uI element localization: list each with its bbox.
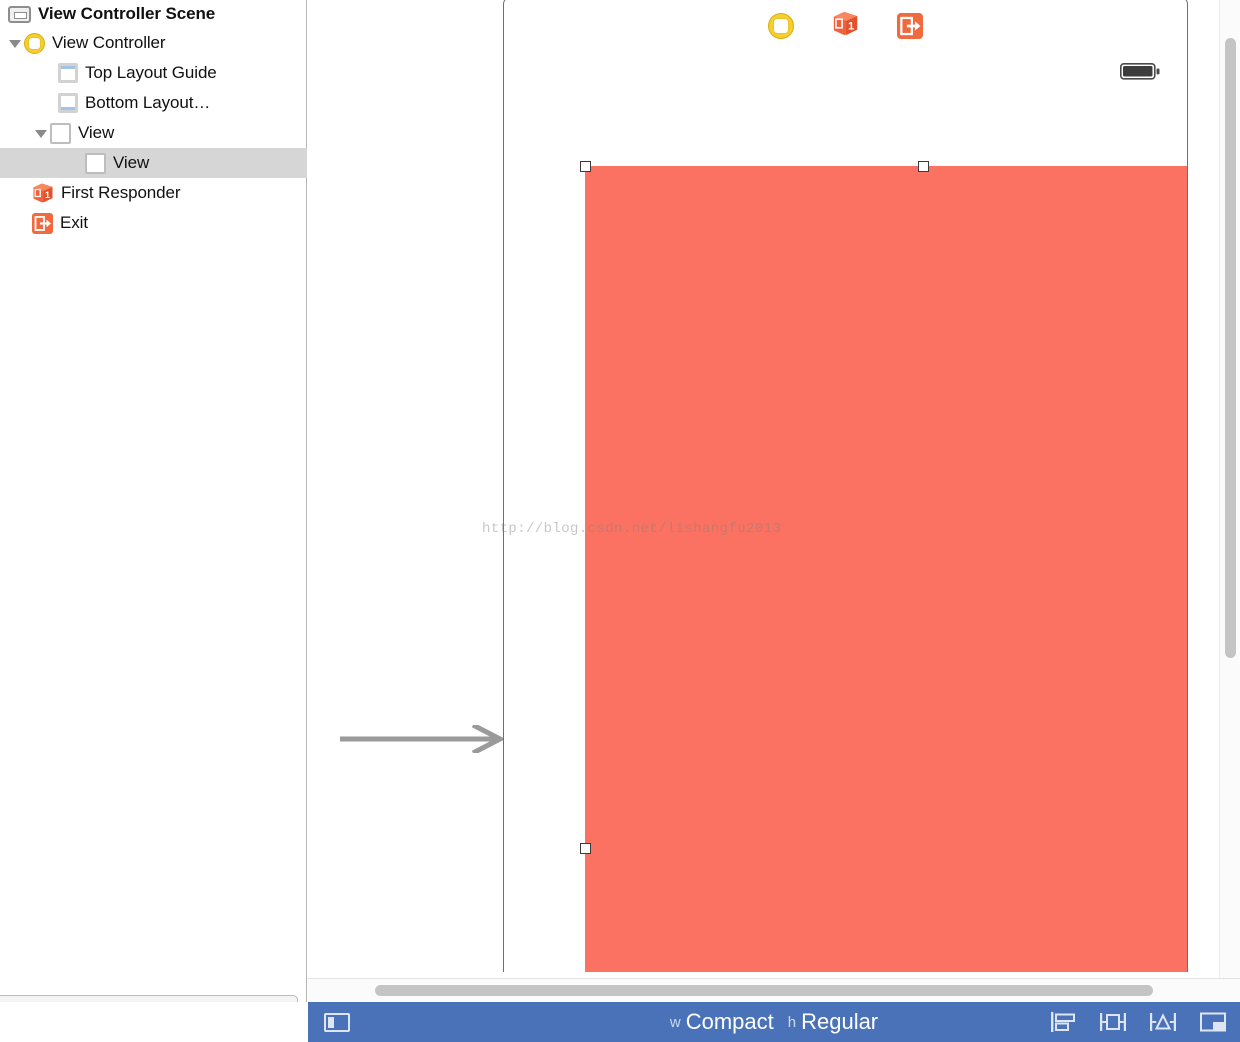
resize-behavior-button[interactable] [1198, 1010, 1228, 1034]
outline-row-view-controller[interactable]: View Controller [0, 28, 307, 58]
watermark-text: http://blog.csdn.net/lishangfu2013 [482, 521, 782, 537]
top-layout-guide-icon [58, 63, 78, 83]
size-class-width-value: Compact [685, 1009, 774, 1034]
exit-dock-icon[interactable] [897, 12, 923, 39]
outline-row-label: View [113, 153, 150, 172]
handle-top-center[interactable] [918, 160, 929, 172]
outline-row-label: First Responder [61, 183, 181, 202]
outline-row-view-selected[interactable]: View [0, 148, 307, 178]
view-icon [50, 122, 71, 144]
resolve-issues-button[interactable] [1148, 1010, 1178, 1034]
chevron-down-icon[interactable] [34, 127, 47, 140]
outline-scene-row[interactable]: View Controller Scene [0, 0, 307, 28]
size-class-width-prefix: w [669, 1013, 681, 1031]
size-class-height-value: Regular [801, 1009, 879, 1034]
outline-row-exit[interactable]: Exit [0, 208, 307, 238]
autolayout-button-group [1048, 1002, 1228, 1042]
outline-row-top-layout-guide[interactable]: Top Layout Guide [0, 58, 307, 88]
battery-icon [1120, 63, 1160, 80]
initial-view-controller-arrow [340, 722, 506, 756]
canvas-vertical-scrollbar[interactable] [1219, 0, 1240, 978]
first-responder-dock-icon[interactable]: 1 [832, 10, 859, 42]
first-responder-icon: 1 [32, 182, 54, 204]
outline-row-label: Bottom Layout… [85, 93, 211, 112]
bottom-layout-guide-icon [58, 93, 78, 113]
view-controller-dock-icon[interactable] [768, 12, 794, 39]
device-status-bar [504, 53, 1187, 97]
document-outline-tree[interactable]: View Controller Scene View Controller To… [0, 0, 307, 990]
view-controller-scene[interactable]: 1 [503, 0, 1188, 972]
horizontal-scrollbar-thumb[interactable] [375, 985, 1153, 996]
handle-top-left[interactable] [579, 160, 591, 172]
scene-dock[interactable]: 1 [503, 0, 1188, 54]
outline-row-label: View Controller [52, 33, 166, 52]
chevron-down-icon[interactable] [8, 37, 21, 50]
outline-row-label: Top Layout Guide [85, 63, 217, 82]
outline-row-view[interactable]: View [0, 118, 307, 148]
outline-row-bottom-layout-guide[interactable]: Bottom Layout… [0, 88, 307, 118]
view-icon [85, 152, 106, 174]
device-canvas-body[interactable] [503, 53, 1188, 972]
vertical-scrollbar-thumb[interactable] [1225, 38, 1236, 658]
scene-icon [8, 5, 31, 23]
canvas-bottom-bar: w Compact h Regular [308, 1002, 1240, 1042]
outline-scene-title: View Controller Scene [38, 4, 216, 23]
svg-text:1: 1 [45, 190, 50, 200]
handle-left-middle[interactable] [579, 843, 591, 854]
canvas-horizontal-scrollbar[interactable] [308, 978, 1240, 1002]
document-outline-panel: View Controller Scene View Controller To… [0, 0, 307, 1042]
outline-row-label: Exit [60, 213, 88, 232]
pin-button[interactable] [1098, 1010, 1128, 1034]
svg-text:1: 1 [848, 20, 854, 32]
view-controller-icon [24, 32, 45, 54]
interface-builder-canvas[interactable]: 1 http://blog.csdn.net/lishangfu2013 [308, 0, 1240, 978]
exit-icon [32, 212, 53, 234]
align-button[interactable] [1048, 1010, 1078, 1034]
size-class-height-prefix: h [787, 1013, 797, 1031]
bottom-left-strip [0, 1002, 308, 1042]
outline-row-first-responder[interactable]: 1 First Responder [0, 178, 307, 208]
outline-row-label: View [78, 123, 115, 142]
selected-subview[interactable] [585, 166, 1187, 972]
